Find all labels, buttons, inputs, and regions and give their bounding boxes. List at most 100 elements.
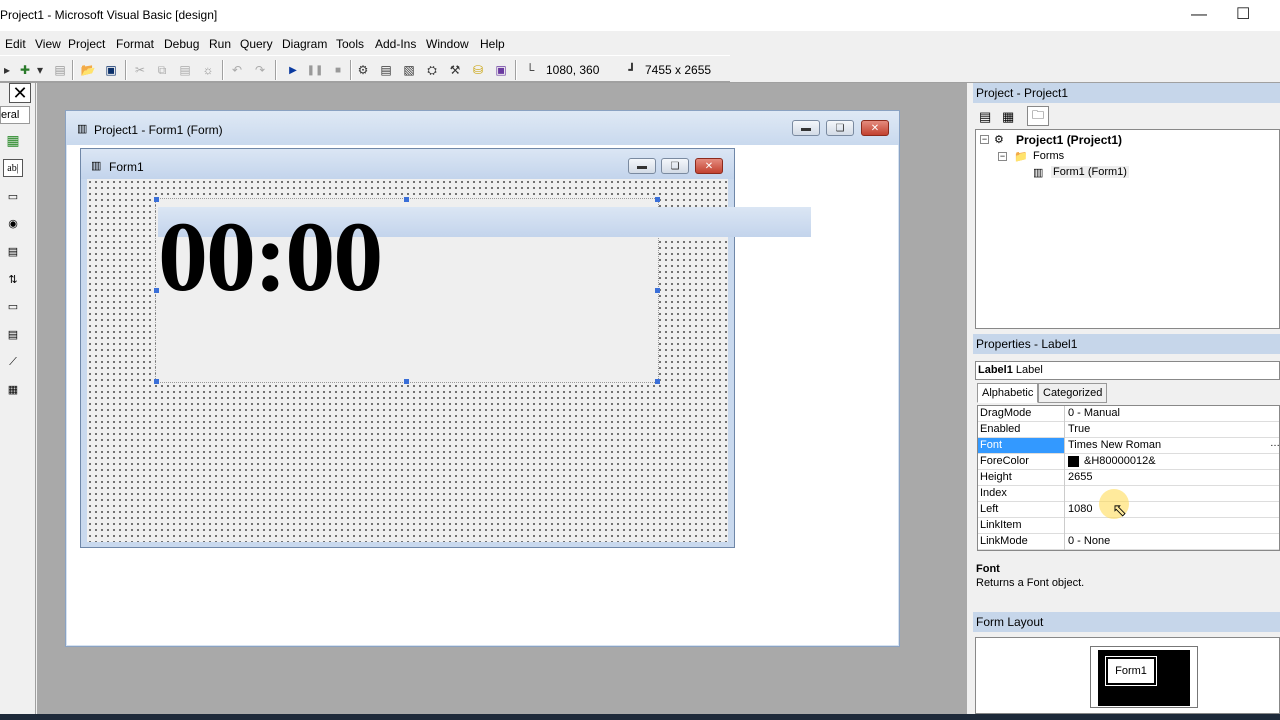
toolbox-tab-general[interactable]: eral (0, 106, 30, 124)
form1-design-grid[interactable]: 00:00 (87, 179, 811, 542)
layout-form1[interactable]: Form1 (1105, 656, 1157, 686)
property-row[interactable]: DragMode 0 - Manual (978, 406, 1279, 422)
scrollbar-tool-icon[interactable]: ⇅ (3, 270, 23, 288)
designer-restore-button[interactable]: ❏ (826, 120, 854, 136)
resize-handle[interactable] (655, 197, 660, 202)
drivelistbox-tool-icon[interactable]: ▭ (3, 297, 23, 315)
menu-debug[interactable]: Debug (164, 37, 199, 51)
commandbutton-tool-icon[interactable]: ▭ (3, 187, 23, 205)
view-code-icon[interactable]: ▤ (979, 109, 991, 125)
paste-icon[interactable]: ▤ (177, 62, 193, 78)
tab-categorized[interactable]: Categorized (1038, 383, 1108, 403)
view-object-icon[interactable]: ▦ (1002, 109, 1014, 125)
filelistbox-tool-icon[interactable]: ▤ (3, 325, 23, 343)
resize-handle[interactable] (154, 197, 159, 202)
object-selector[interactable]: Label1 Label (975, 361, 1280, 380)
property-row[interactable]: Left 1080 (978, 502, 1279, 518)
menu-run[interactable]: Run (209, 37, 231, 51)
properties-window-icon[interactable]: ▤ (378, 62, 394, 78)
copy-icon[interactable]: ⧉ (154, 62, 170, 78)
property-row-selected[interactable]: Font Times New Roman… (978, 438, 1279, 454)
menu-add-ins[interactable]: Add-Ins (375, 37, 416, 51)
start-icon[interactable]: ▶ (285, 62, 301, 78)
end-icon[interactable]: ■ (330, 62, 346, 78)
property-value[interactable]: 0 - Manual (1068, 407, 1278, 419)
tree-form1-node[interactable]: Form1 (Form1) (1051, 166, 1129, 178)
resize-handle[interactable] (655, 379, 660, 384)
collapse-icon[interactable]: − (998, 152, 1007, 161)
menu-diagram[interactable]: Diagram (282, 37, 327, 51)
object-browser-icon[interactable]: ⛭ (424, 62, 440, 78)
resize-handle[interactable] (154, 379, 159, 384)
minimize-button[interactable]: — (1191, 6, 1207, 24)
property-row[interactable]: Enabled True (978, 422, 1279, 438)
toolbox-icon[interactable]: ⚒ (447, 62, 463, 78)
menu-view[interactable]: View (35, 37, 61, 51)
property-value[interactable]: &H80000012& (1084, 455, 1279, 467)
size-icon: ┛ (628, 63, 636, 77)
redo-icon[interactable]: ↷ (252, 62, 268, 78)
property-description: Font Returns a Font object. (975, 561, 1280, 607)
break-icon[interactable]: ❚❚ (307, 62, 324, 78)
form1-window[interactable]: ▥ Form1 ▬ ❏ ✕ 00:00 (80, 148, 811, 548)
listbox-tool-icon[interactable]: ▤ (3, 242, 23, 260)
data-tool-icon[interactable]: ▦ (3, 380, 23, 398)
open-folder-icon[interactable]: 📂 (80, 62, 96, 78)
resize-handle[interactable] (655, 288, 660, 293)
collapse-icon[interactable]: − (980, 135, 989, 144)
menu-editor-icon[interactable]: ▤ (52, 62, 68, 78)
optionbutton-tool-icon[interactable]: ◉ (3, 214, 23, 232)
resize-handle[interactable] (154, 288, 159, 293)
property-value[interactable]: True (1068, 423, 1278, 435)
ellipsis-button[interactable]: … (1270, 438, 1279, 449)
color-swatch (1068, 456, 1079, 467)
project-explorer-icon[interactable]: ⚙ (355, 62, 371, 78)
form1-restore-button[interactable]: ❏ (661, 158, 689, 174)
textbox-tool-icon[interactable]: ab| (3, 159, 23, 177)
property-value[interactable]: Times New Roman (1068, 439, 1278, 451)
menu-tools[interactable]: Tools (336, 37, 364, 51)
property-row[interactable]: LinkItem (978, 518, 1279, 534)
designer-close-button[interactable]: ✕ (861, 120, 889, 136)
property-row[interactable]: Index (978, 486, 1279, 502)
property-row[interactable]: Height 2655 (978, 470, 1279, 486)
data-view-icon[interactable]: ⛁ (470, 62, 486, 78)
property-value[interactable]: 2655 (1068, 471, 1278, 483)
toolbox-close-icon[interactable]: ✕ (9, 83, 31, 103)
find-icon[interactable]: ☼ (200, 62, 216, 78)
taskbar-edge (0, 714, 1280, 720)
menu-help[interactable]: Help (480, 37, 505, 51)
position-readout: 1080, 360 (546, 63, 600, 77)
tab-alphabetic[interactable]: Alphabetic (977, 383, 1039, 403)
add-project-icon[interactable]: ✚ (17, 62, 33, 78)
picturebox-tool-icon[interactable]: ▦ (3, 131, 23, 149)
tree-forms-node[interactable]: Forms (1033, 150, 1064, 162)
undo-icon[interactable]: ↶ (229, 62, 245, 78)
property-row[interactable]: LinkMode 0 - None (978, 534, 1279, 550)
line-tool-icon[interactable]: ⟋ (3, 353, 23, 371)
menu-window[interactable]: Window (426, 37, 469, 51)
menu-format[interactable]: Format (116, 37, 154, 51)
toggle-folders-icon[interactable]: 🗀 (1027, 106, 1049, 126)
form1-close-button[interactable]: ✕ (695, 158, 723, 174)
maximize-button[interactable]: ☐ (1236, 4, 1250, 24)
property-value[interactable]: 0 - None (1068, 535, 1278, 547)
folder-icon: 📁 (1014, 151, 1028, 163)
menu-query[interactable]: Query (240, 37, 273, 51)
cut-icon[interactable]: ✂ (132, 62, 148, 78)
visual-component-manager-icon[interactable]: ▣ (493, 62, 509, 78)
object-name: Label1 (978, 364, 1013, 376)
form1-minimize-button[interactable]: ▬ (628, 158, 656, 174)
menu-project[interactable]: Project (68, 37, 105, 51)
designer-minimize-button[interactable]: ▬ (792, 120, 820, 136)
project-tree: − ⚙ Project1 (Project1) − 📁 Forms ▥ Form… (975, 129, 1280, 329)
dropdown-arrow-icon[interactable]: ▾ (36, 62, 44, 78)
label1-control[interactable]: 00:00 (155, 198, 811, 383)
resize-handle[interactable] (404, 197, 409, 202)
resize-handle[interactable] (404, 379, 409, 384)
form-layout-icon[interactable]: ▧ (401, 62, 417, 78)
tree-project-node[interactable]: Project1 (Project1) (1016, 133, 1122, 147)
property-row[interactable]: ForeColor &H80000012& (978, 454, 1279, 470)
menu-edit[interactable]: Edit (5, 37, 26, 51)
save-icon[interactable]: ▣ (103, 62, 119, 78)
